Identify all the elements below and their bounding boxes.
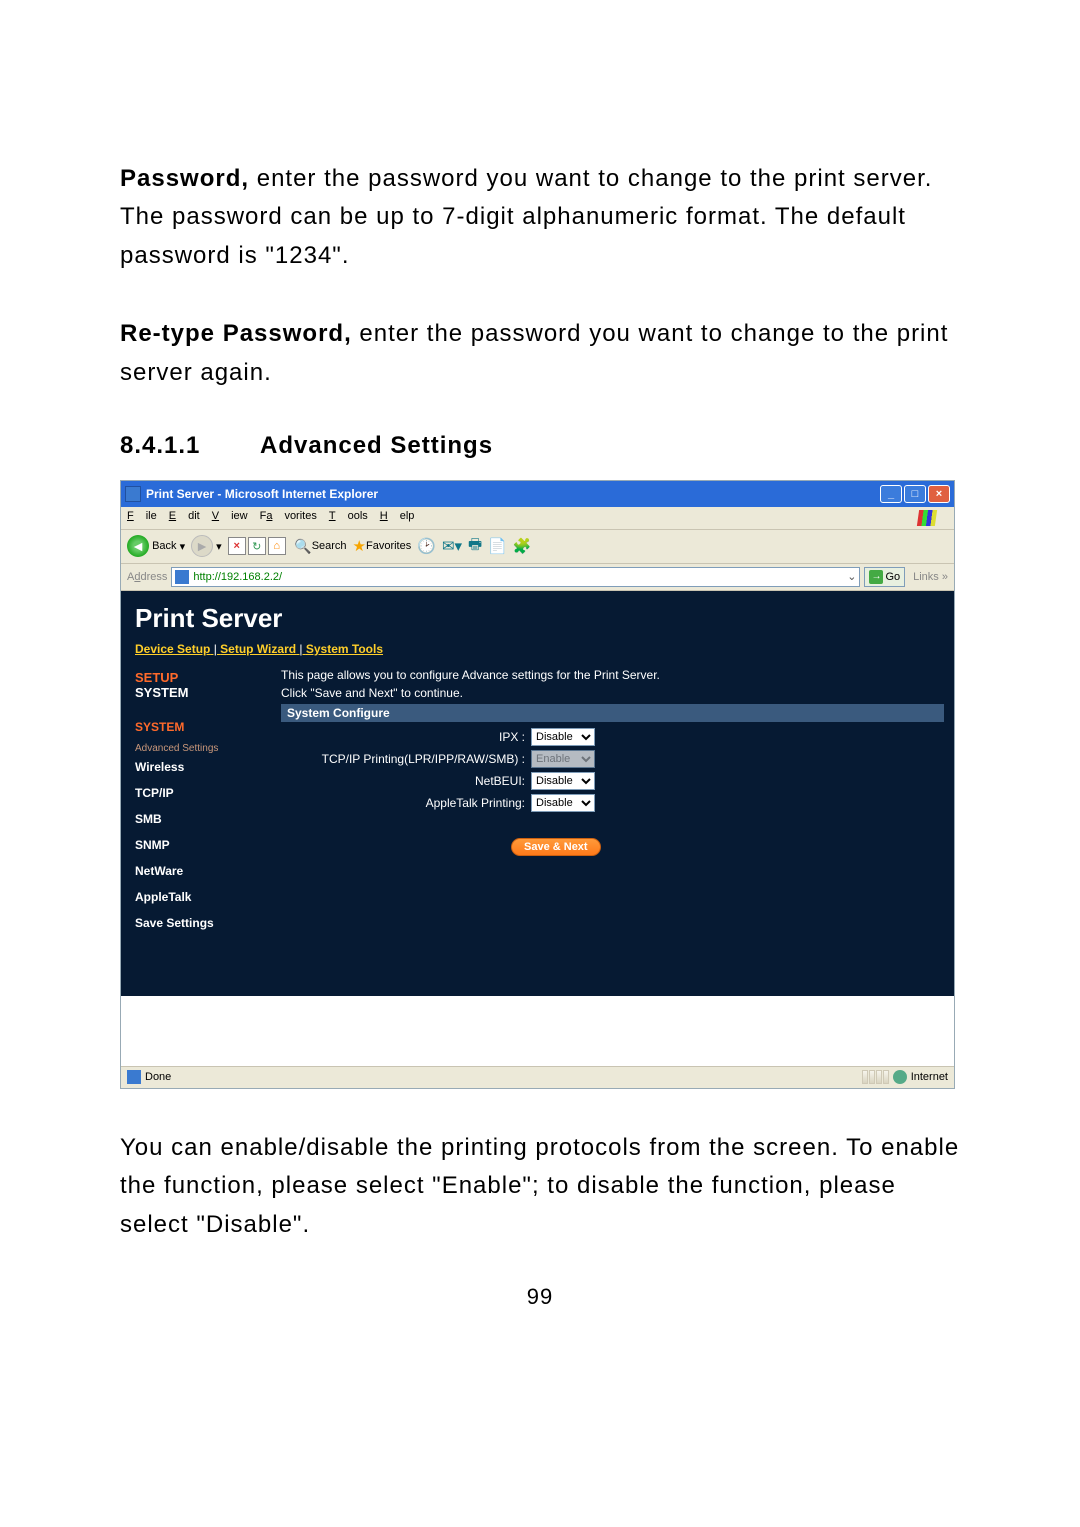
menu-tools[interactable]: Tools (329, 510, 368, 526)
system-label: SYSTEM (135, 685, 281, 700)
page-description: This page allows you to configure Advanc… (281, 668, 944, 682)
refresh-icon[interactable]: ↻ (248, 537, 266, 555)
sidebar-item-netware[interactable]: NetWare (121, 858, 281, 884)
go-button[interactable]: →Go (864, 567, 905, 587)
save-next-button[interactable]: Save & Next (511, 838, 601, 856)
page-icon (175, 570, 189, 584)
setup-label: SETUP (135, 670, 281, 685)
internet-zone-icon (893, 1070, 907, 1084)
sidebar-item-advanced-settings[interactable]: Advanced Settings (121, 739, 232, 758)
address-input[interactable]: http://192.168.2.2/⌄ (171, 567, 860, 587)
screenshot-frame: Print Server - Microsoft Internet Explor… (120, 480, 955, 1089)
menu-favorites[interactable]: Favorites (260, 510, 317, 526)
search-button[interactable]: 🔍Search (294, 537, 347, 555)
label-tcp: TCP/IP Printing(LPR/IPP/RAW/SMB) : (281, 752, 531, 766)
select-appletalk[interactable]: Disable (531, 794, 595, 812)
menu-bar: File Edit View Favorites Tools Help (121, 507, 954, 530)
print-icon[interactable]: 🖶 (468, 534, 482, 559)
status-bar: Done Internet (121, 1066, 954, 1088)
setup-system-block: SETUP SYSTEM (121, 664, 281, 700)
favorites-button[interactable]: ★Favorites (353, 537, 412, 555)
address-bar: Address http://192.168.2.2/⌄ →Go Links » (121, 564, 954, 591)
row-netbeui: NetBEUI: Disable (281, 770, 944, 792)
sidebar: SETUP SYSTEM SYSTEM Advanced Settings Wi… (121, 664, 281, 996)
back-button[interactable]: ◄ Back ▾ (127, 535, 185, 557)
ie-toolbar: ◄ Back ▾ ► ▾ × ↻ ⌂ 🔍Search ★Favorites 🕑 … (121, 530, 954, 564)
page-number: 99 (120, 1284, 960, 1310)
menu-help[interactable]: Help (380, 510, 415, 526)
page-header: Print Server (121, 591, 954, 642)
whitespace (121, 996, 954, 1066)
windows-flag-icon (917, 510, 937, 526)
row-ipx: IPX : Disable (281, 726, 944, 748)
done-icon (127, 1070, 141, 1084)
retype-paragraph: Re-type Password, enter the password you… (120, 315, 960, 392)
window-title: Print Server - Microsoft Internet Explor… (146, 487, 378, 501)
breadcrumb: Device Setup | Setup Wizard | System Too… (121, 642, 954, 664)
settings-form: IPX : Disable TCP/IP Printing(LPR/IPP/RA… (281, 722, 944, 870)
discuss-icon[interactable]: 🧩 (513, 537, 532, 555)
section-title: Advanced Settings (260, 432, 493, 459)
close-button[interactable]: × (928, 485, 950, 503)
home-icon[interactable]: ⌂ (268, 537, 286, 555)
sidebar-item-system[interactable]: SYSTEM (121, 714, 281, 740)
link-device-setup[interactable]: Device Setup (135, 642, 210, 656)
titlebar: Print Server - Microsoft Internet Explor… (121, 481, 954, 507)
address-label: Address (127, 571, 167, 583)
select-tcp[interactable]: Enable (531, 750, 595, 768)
select-netbeui[interactable]: Disable (531, 772, 595, 790)
section-number: 8.4.1.1 (120, 432, 260, 460)
menu-file[interactable]: File (127, 510, 157, 526)
print-server-page: Print Server Device Setup | Setup Wizard… (121, 591, 954, 996)
row-appletalk: AppleTalk Printing: Disable (281, 792, 944, 814)
select-ipx[interactable]: Disable (531, 728, 595, 746)
row-tcp: TCP/IP Printing(LPR/IPP/RAW/SMB) : Enabl… (281, 748, 944, 770)
label-appletalk: AppleTalk Printing: (281, 796, 531, 810)
links-label[interactable]: Links (913, 571, 939, 583)
ie-icon (125, 486, 141, 502)
history-icon[interactable]: 🕑 (417, 537, 436, 555)
status-grip (861, 1070, 889, 1084)
menu-edit[interactable]: Edit (169, 510, 200, 526)
link-setup-wizard[interactable]: Setup Wizard (220, 642, 296, 656)
sidebar-item-appletalk[interactable]: AppleTalk (121, 884, 281, 910)
password-bold: Password, (120, 165, 249, 192)
minimize-button[interactable]: _ (880, 485, 902, 503)
sidebar-item-save-settings[interactable]: Save Settings (121, 910, 281, 936)
footer-paragraph: You can enable/disable the printing prot… (120, 1129, 960, 1244)
mail-icon[interactable]: ✉▾ (442, 537, 462, 555)
edit-icon[interactable]: 📄 (488, 537, 507, 555)
status-done: Done (145, 1071, 171, 1083)
sidebar-item-snmp[interactable]: SNMP (121, 832, 281, 858)
page-title: Print Server (135, 603, 282, 634)
status-zone: Internet (911, 1071, 948, 1083)
stop-icon[interactable]: × (228, 537, 246, 555)
system-configure-heading: System Configure (281, 704, 944, 722)
section-heading: 8.4.1.1Advanced Settings (120, 432, 960, 460)
page-subtext: Click "Save and Next" to continue. (281, 682, 944, 700)
sidebar-item-smb[interactable]: SMB (121, 806, 281, 832)
menu-view[interactable]: View (212, 510, 248, 526)
forward-button[interactable]: ► ▾ (191, 535, 222, 557)
label-ipx: IPX : (281, 730, 531, 744)
label-netbeui: NetBEUI: (281, 774, 531, 788)
link-system-tools[interactable]: System Tools (306, 642, 383, 656)
content-area: This page allows you to configure Advanc… (281, 664, 954, 996)
sidebar-item-tcpip[interactable]: TCP/IP (121, 780, 281, 806)
password-paragraph: Password, enter the password you want to… (120, 160, 960, 275)
maximize-button[interactable]: □ (904, 485, 926, 503)
retype-bold: Re-type Password, (120, 320, 352, 347)
